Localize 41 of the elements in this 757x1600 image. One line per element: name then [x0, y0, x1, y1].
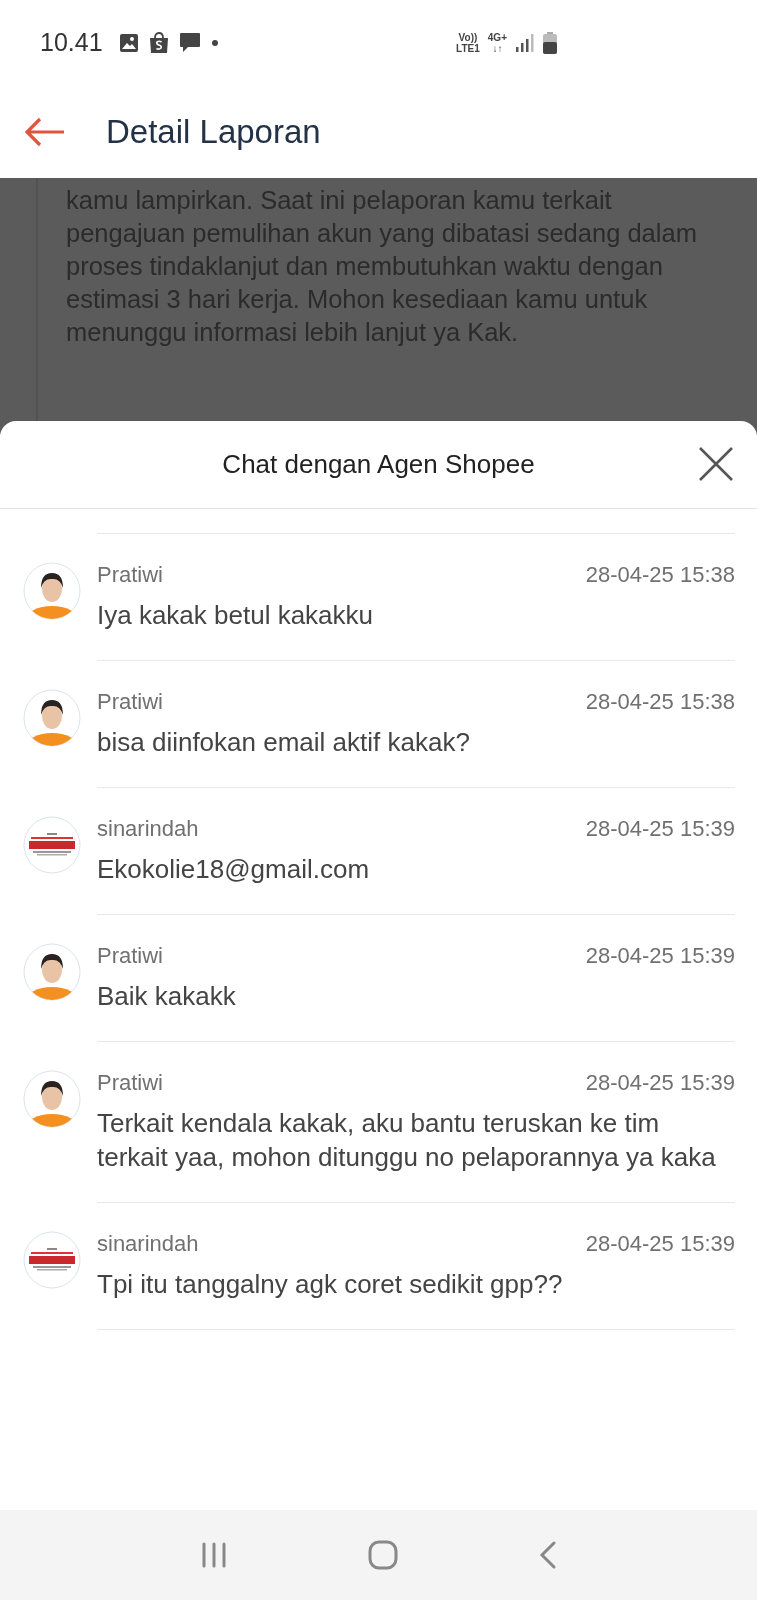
message-time: 28-04-25 15:39	[585, 1070, 735, 1096]
back-button[interactable]	[24, 116, 66, 147]
status-time: 10.41	[40, 28, 103, 57]
avatar-icon	[23, 562, 81, 620]
lte-label: LTE1	[456, 42, 480, 54]
message-text: Terkait kendala kakak, aku bantu teruskan ke tim terkait yaa, mohon ditunggu no pelaporannya ya kaka	[97, 1107, 717, 1174]
avatar-icon	[23, 1070, 81, 1128]
data-arrows: ↓↑	[492, 42, 503, 54]
message-time: 28-04-25 15:39	[585, 816, 735, 842]
message-text: Tpi itu tanggalny agk coret sedikit gpp??	[97, 1268, 564, 1301]
message-text: bisa diinfokan email aktif kakak?	[97, 726, 471, 759]
sender-name: Pratiwi	[97, 1070, 163, 1096]
signal-icon	[515, 32, 535, 53]
back-nav-button[interactable]	[537, 1540, 558, 1570]
dot-icon	[210, 38, 219, 47]
close-button[interactable]	[697, 445, 735, 483]
sender-name: Pratiwi	[97, 689, 163, 715]
battery-icon	[543, 31, 557, 54]
chat-icon	[178, 32, 201, 53]
sheet-title: Chat dengan Agen Shopee	[222, 449, 535, 480]
message-time: 28-04-25 15:39	[585, 1231, 735, 1257]
message-text: Ekokolie18@gmail.com	[97, 853, 371, 886]
sender-name: Pratiwi	[97, 562, 163, 588]
image-icon	[118, 32, 139, 53]
network-label: 4G+	[487, 31, 507, 43]
shopping-bag-icon	[148, 31, 169, 54]
message-time: 28-04-25 15:38	[585, 562, 735, 588]
message-text: Iya kakak betul kakakku	[97, 599, 375, 632]
sender-name: sinarindah	[97, 1231, 199, 1257]
page-title: Detail Laporan	[106, 112, 321, 151]
message-text: Baik kakakk	[97, 980, 237, 1013]
sender-name: sinarindah	[97, 816, 199, 842]
avatar-icon	[23, 1231, 81, 1289]
sender-name: Pratiwi	[97, 943, 163, 969]
message-time: 28-04-25 15:39	[585, 943, 735, 969]
message-time: 28-04-25 15:38	[585, 689, 735, 715]
home-button[interactable]	[366, 1539, 399, 1571]
avatar-icon	[23, 816, 81, 874]
avatar-icon	[23, 943, 81, 1001]
avatar-icon	[23, 689, 81, 747]
volte-label: Vo))	[458, 31, 478, 43]
